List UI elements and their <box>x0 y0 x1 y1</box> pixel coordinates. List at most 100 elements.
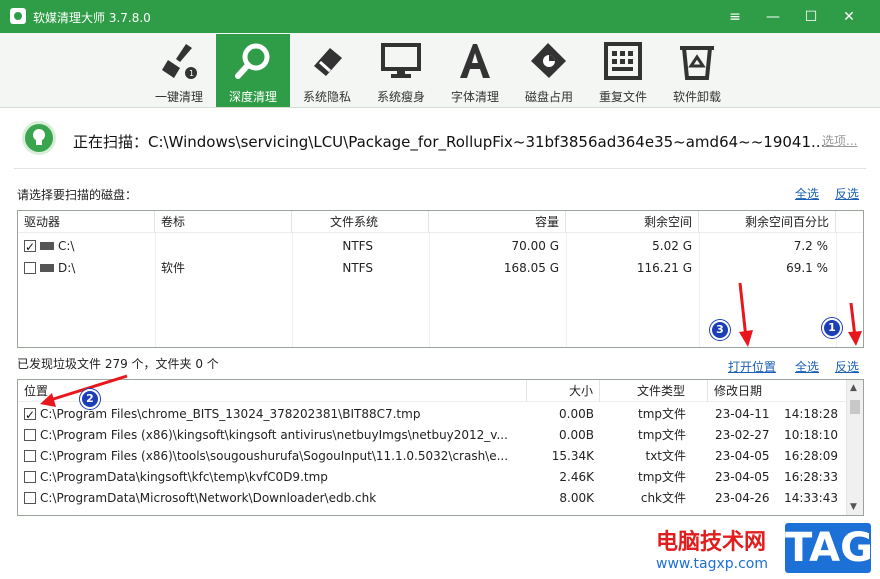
volume-label: 软件 <box>161 261 186 275</box>
tab-deep-clean[interactable]: 深度清理 <box>216 34 290 107</box>
tab-duplicate-files[interactable]: 重复文件 <box>586 34 660 107</box>
file-path: C:\Program Files (x86)\tools\sougoushuru… <box>40 449 509 463</box>
disk-table: 驱动器 卷标 文件系统 容量 剩余空间 剩余空间百分比 C:\ NTFS 70.… <box>17 210 864 348</box>
tab-label: 一键清理 <box>154 90 203 104</box>
minimize-button[interactable]: — <box>754 0 792 33</box>
tab-system-slim[interactable]: 系统瘦身 <box>364 34 438 107</box>
col-modified-date[interactable]: 修改日期 <box>708 380 847 402</box>
tab-software-uninstall[interactable]: 软件卸载 <box>660 34 734 107</box>
filesystem: NTFS <box>342 239 373 253</box>
file-date: 23-04-26 <box>715 491 770 505</box>
col-free-space[interactable]: 剩余空间 <box>566 211 699 233</box>
disk-select-all-link[interactable]: 全选 <box>795 185 819 202</box>
eraser-icon <box>314 48 342 76</box>
file-date: 23-04-05 <box>715 470 770 484</box>
file-checkbox[interactable] <box>24 492 36 504</box>
monitor-icon <box>381 43 421 78</box>
watermark-url: www.tagxp.com <box>656 556 768 572</box>
disk-table-header: 驱动器 卷标 文件系统 容量 剩余空间 剩余空间百分比 <box>18 211 863 233</box>
file-time: 14:18:28 <box>784 407 838 421</box>
free-space: 116.21 G <box>636 261 692 275</box>
file-checkbox[interactable] <box>24 450 36 462</box>
file-table-header: 位置 大小 文件类型 修改日期 <box>18 380 847 402</box>
disk-tag-icon <box>531 43 566 78</box>
file-type: txt文件 <box>645 449 686 463</box>
file-row[interactable]: C:\Program Files (x86)\kingsoft\kingsoft… <box>18 424 847 446</box>
file-select-all-link[interactable]: 全选 <box>795 358 819 375</box>
file-invert-link[interactable]: 反选 <box>835 358 859 375</box>
divider <box>14 168 866 169</box>
open-location-link[interactable]: 打开位置 <box>728 358 776 375</box>
col-capacity[interactable]: 容量 <box>429 211 566 233</box>
file-type: tmp文件 <box>637 470 686 484</box>
col-filesystem[interactable]: 文件系统 <box>292 211 429 233</box>
free-percent: 7.2 % <box>793 239 828 253</box>
tab-label: 字体清理 <box>450 90 499 104</box>
disk-row[interactable]: C:\ NTFS 70.00 G 5.02 G 7.2 % <box>18 235 863 257</box>
scroll-thumb[interactable] <box>850 400 860 414</box>
tab-label: 磁盘占用 <box>524 90 573 104</box>
annotation-badge-3: 3 <box>710 320 730 340</box>
close-button[interactable]: ✕ <box>830 0 868 33</box>
tab-one-click-clean[interactable]: 1 一键清理 <box>142 34 216 107</box>
tab-system-privacy[interactable]: 系统隐私 <box>290 34 364 107</box>
col-file-type[interactable]: 文件类型 <box>600 380 708 402</box>
menu-icon[interactable]: ≡ <box>716 0 754 33</box>
tab-label: 深度清理 <box>228 90 277 104</box>
main-toolbar: 1 一键清理 深度清理 系统隐私 系统瘦身 字体清理 磁盘占用 重复文件 软件卸… <box>0 33 880 108</box>
file-size: 0.00B <box>559 428 594 442</box>
disk-invert-link[interactable]: 反选 <box>835 185 859 202</box>
file-type: tmp文件 <box>637 407 686 421</box>
col-drive[interactable]: 驱动器 <box>18 211 155 233</box>
file-size: 0.00B <box>559 407 594 421</box>
scan-status-row: 正在扫描：C:\Windows\servicing\LCU\Package_fo… <box>0 109 880 169</box>
file-row[interactable]: C:\Program Files\chrome_BITS_13024_37820… <box>18 403 847 425</box>
file-type: chk文件 <box>640 491 686 505</box>
disk-checkbox[interactable] <box>24 236 36 257</box>
scroll-down-icon[interactable]: ▼ <box>850 502 857 512</box>
file-table: 位置 大小 文件类型 修改日期 C:\Program Files\chrome_… <box>17 379 864 516</box>
col-volume-label[interactable]: 卷标 <box>155 211 292 233</box>
disk-checkbox[interactable] <box>24 262 36 274</box>
svg-text:1: 1 <box>189 69 194 78</box>
drive-icon <box>40 242 54 250</box>
drive-icon <box>40 264 54 272</box>
font-icon <box>460 44 490 78</box>
tab-label: 重复文件 <box>598 90 647 104</box>
file-date: 23-04-05 <box>715 449 770 463</box>
tab-label: 软件卸载 <box>672 90 721 104</box>
scroll-up-icon[interactable]: ▲ <box>850 383 857 393</box>
capacity: 70.00 G <box>511 239 559 253</box>
magnifier-icon <box>235 43 270 79</box>
file-checkbox[interactable] <box>24 429 36 441</box>
file-checkbox[interactable] <box>24 471 36 483</box>
file-path: C:\Program Files (x86)\kingsoft\kingsoft… <box>40 428 508 442</box>
file-time: 14:33:43 <box>784 491 838 505</box>
tab-label: 系统隐私 <box>302 90 351 104</box>
free-space: 5.02 G <box>652 239 692 253</box>
file-date: 23-04-11 <box>715 407 770 421</box>
window-title: 软媒清理大师 3.7.8.0 <box>33 11 151 25</box>
recycle-icon <box>680 46 714 80</box>
maximize-button[interactable]: ☐ <box>792 0 830 33</box>
file-date: 23-02-27 <box>715 428 770 442</box>
file-path: C:\ProgramData\Microsoft\Network\Downloa… <box>40 491 377 505</box>
drive-letter: D:\ <box>58 261 76 275</box>
col-free-percent[interactable]: 剩余空间百分比 <box>699 211 836 233</box>
file-row[interactable]: C:\Program Files (x86)\tools\sougoushuru… <box>18 445 847 467</box>
file-table-scrollbar[interactable]: ▲ ▼ <box>846 380 863 515</box>
file-row[interactable]: C:\ProgramData\kingsoft\kfc\temp\kvfC0D9… <box>18 466 847 488</box>
tab-disk-usage[interactable]: 磁盘占用 <box>512 34 586 107</box>
file-checkbox[interactable] <box>24 404 36 425</box>
capacity: 168.05 G <box>503 261 559 275</box>
col-size[interactable]: 大小 <box>527 380 600 402</box>
options-link[interactable]: 选项... <box>822 132 857 149</box>
disk-row[interactable]: D:\ 软件 NTFS 168.05 G 116.21 G 69.1 % <box>18 257 863 279</box>
tab-font-clean[interactable]: 字体清理 <box>438 34 512 107</box>
grid-file-icon <box>604 42 642 80</box>
file-path: C:\ProgramData\kingsoft\kfc\temp\kvfC0D9… <box>40 470 328 484</box>
file-row[interactable]: C:\ProgramData\Microsoft\Network\Downloa… <box>18 487 847 509</box>
file-time: 10:18:10 <box>784 428 838 442</box>
watermark-tag-logo: TAG <box>782 520 874 576</box>
watermark-site-name: 电脑技术网 <box>656 530 767 555</box>
